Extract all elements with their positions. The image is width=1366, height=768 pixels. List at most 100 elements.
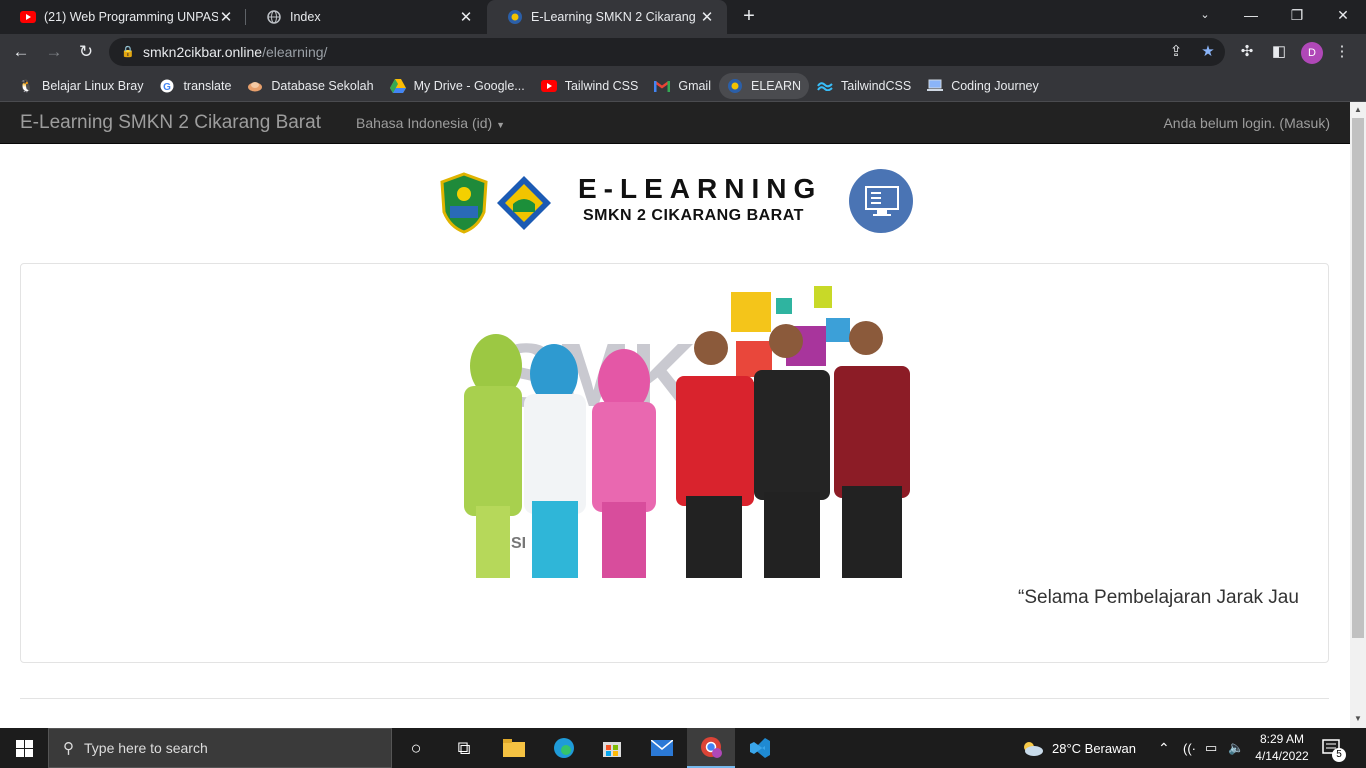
divider (20, 698, 1329, 699)
wifi-icon[interactable]: ((· (1183, 728, 1196, 768)
language-menu[interactable]: Bahasa Indonesia (id) ▼ (356, 115, 505, 131)
reload-button[interactable]: ↻ (74, 40, 98, 64)
edge-browser-icon[interactable] (540, 728, 588, 768)
weather-widget[interactable]: 28°C Berawan (1020, 728, 1136, 768)
windows-taskbar: ⚲ Type here to search ○ ⧉ 28°C Berawan ⌃… (0, 728, 1366, 768)
battery-icon[interactable]: ▭ (1205, 728, 1217, 768)
web-page: E-Learning SMKN 2 Cikarang Barat Bahasa … (0, 102, 1350, 728)
globe-icon (266, 9, 282, 25)
drive-icon (389, 78, 406, 94)
url-path: /elearning/ (262, 44, 328, 60)
scrollbar-thumb[interactable] (1352, 118, 1364, 638)
search-placeholder: Type here to search (84, 740, 208, 756)
bookmark-gmail[interactable]: Gmail (646, 73, 719, 99)
bookmark-belajar-linux[interactable]: 🐧 Belajar Linux Bray (10, 73, 151, 99)
browser-tab-elearning[interactable]: E-Learning SMKN 2 Cikarang Barat ✕ (487, 0, 727, 34)
slideshow-card: SMK SI “Selama Pembelajaran Jarak Jau (20, 263, 1329, 663)
tab-title: Index (290, 10, 321, 24)
bookmark-coding-journey[interactable]: Coding Journey (919, 73, 1047, 99)
bookmark-tailwind-css-youtube[interactable]: Tailwind CSS (533, 73, 647, 99)
bookmark-label: Gmail (678, 78, 711, 93)
site-header: E-LEARNING SMKN 2 CIKARANG BARAT (0, 164, 1350, 244)
clock-date: 4/14/2022 (1255, 749, 1309, 763)
cortana-icon[interactable]: ○ (392, 728, 440, 768)
windows-start-button[interactable] (0, 728, 48, 768)
back-button[interactable]: ← (9, 40, 33, 64)
marquee-text: “Selama Pembelajaran Jarak Jau (1018, 587, 1299, 608)
scroll-up-arrow-icon[interactable]: ▲ (1353, 105, 1363, 114)
browser-tabstrip: (21) Web Programming UNPAS - ✕ Index ✕ E… (0, 0, 1366, 34)
gmail-icon (654, 78, 671, 94)
taskbar-search-box[interactable]: ⚲ Type here to search (48, 728, 392, 768)
moodle-icon (727, 78, 743, 94)
scroll-down-arrow-icon[interactable]: ▼ (1353, 714, 1363, 723)
task-view-icon[interactable]: ⧉ (440, 728, 488, 768)
windows-logo-icon (15, 739, 33, 757)
bookmark-label: Database Sekolah (271, 78, 374, 93)
bookmark-label: My Drive - Google... (413, 78, 525, 93)
computer-monitor-logo (849, 169, 913, 233)
notification-count-badge: 5 (1332, 748, 1346, 762)
close-tab-icon[interactable]: ✕ (218, 8, 234, 26)
bekasi-regency-logo (497, 176, 551, 230)
bookmarks-bar: 🐧 Belajar Linux Bray Gtranslate Database … (0, 70, 1366, 102)
bookmark-label: translate (183, 78, 232, 93)
profile-avatar[interactable]: D (1301, 42, 1323, 64)
bookmark-label: ELEARN (751, 78, 802, 93)
search-icon: ⚲ (63, 740, 74, 757)
menu-icon[interactable]: ⋮ (1330, 40, 1354, 64)
tray-overflow-icon[interactable]: ⌃ (1158, 728, 1170, 768)
chrome-taskbar-icon[interactable] (687, 728, 735, 768)
bookmark-label: TailwindCSS (841, 78, 912, 93)
system-clock[interactable]: 8:29 AM 4/14/2022 (1252, 731, 1312, 765)
microsoft-store-icon[interactable] (588, 728, 636, 768)
linux-icon: 🐧 (18, 78, 34, 93)
page-scrollbar[interactable]: ▲ ▼ (1350, 102, 1366, 728)
mail-icon[interactable] (638, 728, 686, 768)
bookmark-star-icon[interactable]: ★ (1196, 40, 1220, 64)
browser-tab-youtube[interactable]: (21) Web Programming UNPAS - ✕ (0, 0, 246, 34)
bookmark-label: Tailwind CSS (564, 78, 639, 93)
share-icon[interactable]: ⇪ (1164, 40, 1188, 64)
bookmark-my-drive[interactable]: My Drive - Google... (382, 73, 533, 99)
header-subtitle: SMKN 2 CIKARANG BARAT (583, 207, 804, 224)
bookmark-database-sekolah[interactable]: Database Sekolah (239, 73, 381, 99)
west-java-emblem-logo (440, 172, 488, 234)
close-tab-icon[interactable]: ✕ (458, 8, 474, 26)
forward-button[interactable]: → (42, 40, 66, 64)
new-tab-button[interactable]: + (737, 5, 761, 29)
tailwind-icon (817, 78, 833, 94)
close-tab-icon[interactable]: ✕ (699, 8, 715, 26)
side-panel-icon[interactable]: ◧ (1267, 40, 1291, 64)
bookmark-label: Belajar Linux Bray (42, 78, 144, 93)
svg-text:SI: SI (511, 535, 526, 552)
bookmark-elearn[interactable]: ELEARN (719, 72, 810, 99)
site-brand-link[interactable]: E-Learning SMKN 2 Cikarang Barat (20, 112, 321, 134)
minimize-button[interactable]: — (1228, 0, 1274, 30)
youtube-icon (20, 9, 36, 25)
weather-text: 28°C Berawan (1052, 740, 1136, 756)
bookmark-translate[interactable]: Gtranslate (151, 73, 239, 99)
volume-icon[interactable]: 🔈 (1228, 728, 1244, 768)
browser-tab-index[interactable]: Index ✕ (246, 0, 486, 34)
close-window-button[interactable]: ✕ (1320, 0, 1366, 30)
restore-button[interactable]: ❐ (1274, 0, 1320, 30)
site-navbar: E-Learning SMKN 2 Cikarang Barat Bahasa … (0, 102, 1350, 144)
lock-icon: 🔒 (121, 46, 135, 58)
language-label: Bahasa Indonesia (id) (355, 114, 493, 131)
vscode-icon[interactable] (736, 728, 784, 768)
database-icon (247, 78, 263, 94)
file-explorer-icon[interactable] (490, 728, 538, 768)
login-status[interactable]: Anda belum login. (Masuk) (1163, 115, 1330, 131)
tab-search-icon[interactable]: ⌄ (1182, 0, 1228, 30)
extensions-icon[interactable]: ✣ (1235, 40, 1259, 64)
bookmark-tailwindcss[interactable]: TailwindCSS (809, 73, 919, 99)
svg-text:G: G (164, 82, 172, 93)
google-icon: G (159, 78, 175, 94)
header-title: E-LEARNING (578, 173, 823, 204)
notifications-button[interactable]: 5 (1322, 728, 1346, 768)
address-bar[interactable]: 🔒 smkn2cikbar.online/elearning/ (109, 38, 1225, 66)
browser-toolbar: ← → ↻ 🔒 smkn2cikbar.online/elearning/ ⇪ … (0, 34, 1366, 70)
caret-down-icon: ▼ (496, 119, 505, 130)
bookmark-label: Coding Journey (951, 78, 1039, 93)
